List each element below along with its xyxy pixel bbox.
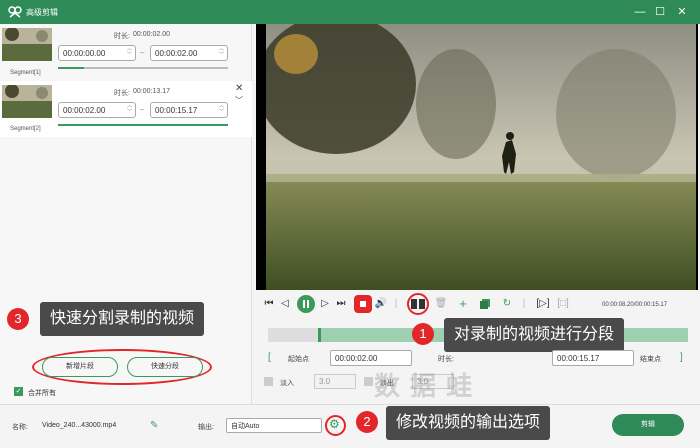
segment-progress-fill [58, 67, 84, 69]
range-dash: – [140, 48, 145, 57]
logo-icon [8, 6, 22, 18]
stop-icon[interactable] [354, 295, 372, 313]
end-bracket-icon: ] [680, 352, 683, 363]
segment-item[interactable]: Segment[1] 时长: 00:00:02.00 00:00:00.00 ︿ ﹀… [0, 24, 252, 78]
start-point-input[interactable]: 00:00:02.00 [330, 350, 412, 366]
volume-icon[interactable]: 🔊 [374, 294, 388, 314]
split-icon[interactable] [411, 299, 425, 309]
fade-in-checkbox[interactable] [264, 377, 273, 386]
play-pause-icon[interactable] [296, 294, 316, 314]
gear-icon[interactable]: ⚙ [329, 417, 340, 431]
maximize-icon[interactable]: ☐ [652, 4, 668, 20]
step-forward-icon[interactable]: ▷ [318, 294, 332, 314]
segment-label: Segment[2] [10, 126, 41, 132]
callout-number: 3 [7, 308, 29, 330]
edit-pencil-icon[interactable]: ✎ [150, 420, 158, 431]
video-frame [256, 24, 696, 290]
delete-icon[interactable]: 🗑 [434, 294, 448, 314]
output-label: 输出: [198, 424, 214, 431]
trim-duration-label: 时长: [438, 356, 454, 363]
step-back-icon[interactable]: ◁ [278, 294, 292, 314]
merge-all-checkbox[interactable]: ✓ [14, 387, 23, 396]
segment-end-input[interactable]: 00:00:02.00 ︿ ﹀ [150, 45, 228, 61]
spinner-icon[interactable]: ︿ ﹀ [219, 103, 224, 115]
fade-out-checkbox[interactable] [364, 377, 373, 386]
chevron-down-icon[interactable]: ﹀ [235, 95, 243, 106]
name-label: 名称: [12, 424, 28, 431]
output-select[interactable]: 自动Auto [226, 418, 322, 433]
spinner-icon[interactable]: ︿ ﹀ [127, 103, 132, 115]
copy-icon[interactable] [480, 299, 490, 309]
segment-item[interactable]: Segment[2] 时长: 00:00:13.17 00:00:02.00 ︿ ﹀… [0, 81, 252, 137]
segment-progress-fill [58, 124, 228, 126]
segment-duration-label: 时长: [114, 33, 130, 40]
segment-thumbnail [2, 28, 52, 61]
window-title: 高级剪辑 [26, 8, 58, 17]
segment-duration-label: 时长: [114, 90, 130, 97]
skip-end-icon[interactable]: ⏭ [334, 294, 348, 314]
reset-icon[interactable]: ↻ [500, 294, 514, 314]
mark-out-icon[interactable]: [□] [556, 294, 570, 314]
mark-in-icon[interactable]: [▷] [536, 294, 550, 314]
segment-panel: Segment[1] 时长: 00:00:02.00 00:00:00.00 ︿ ﹀… [0, 24, 252, 404]
segment-progress [58, 124, 228, 126]
callout-text: 修改视频的输出选项 [386, 406, 551, 440]
segment-start-input[interactable]: 00:00:02.00 ︿ ﹀ [58, 102, 136, 118]
end-point-input[interactable]: 00:00:15.17 [552, 350, 634, 366]
close-icon[interactable]: ✕ [235, 83, 243, 94]
minimize-icon[interactable]: — [632, 4, 648, 20]
segment-start-input[interactable]: 00:00:00.00 ︿ ﹀ [58, 45, 136, 61]
segment-duration: 00:00:02.00 [133, 31, 170, 38]
callout-text: 对录制的视频进行分段 [444, 318, 625, 352]
callout-number: 1 [412, 323, 434, 345]
time-readout: 00:00:08.20/00:00:15.17 [602, 302, 668, 308]
skip-start-icon[interactable]: ⏮ [262, 294, 276, 314]
start-bracket-icon: [ [268, 352, 271, 363]
video-preview[interactable] [256, 24, 698, 290]
segment-end-input[interactable]: 00:00:15.17 ︿ ﹀ [150, 102, 228, 118]
callout-text: 快速分割录制的视频 [40, 302, 205, 336]
segment-thumbnail [2, 85, 52, 118]
spinner-icon[interactable]: ︿ ﹀ [127, 46, 132, 58]
segment-progress [58, 67, 228, 69]
close-icon[interactable]: ✕ [674, 4, 690, 20]
spinner-icon[interactable]: ︿ ﹀ [219, 46, 224, 58]
end-point-button[interactable]: 结束点 [640, 354, 661, 364]
divider: | [522, 298, 526, 309]
fade-in-label: 淡入 [280, 380, 294, 387]
fade-in-input[interactable]: 3.0 [314, 374, 356, 389]
divider: | [394, 298, 398, 309]
range-dash: – [140, 105, 145, 114]
segment-duration: 00:00:13.17 [133, 88, 170, 95]
callout-number: 2 [356, 411, 378, 433]
new-segment-button[interactable]: 新增片段 [42, 357, 118, 377]
title-bar: 高级剪辑 — ☐ ✕ [0, 0, 700, 24]
add-icon[interactable]: + [456, 294, 470, 314]
file-name: Video_240...43000.mp4 [42, 422, 117, 429]
edit-button[interactable]: 剪辑 [612, 414, 684, 436]
segment-label: Segment[1] [10, 70, 41, 76]
quick-split-button[interactable]: 快速分段 [127, 357, 203, 377]
start-point-button[interactable]: 起始点 [288, 354, 309, 364]
merge-all-label: 合并所有 [28, 390, 56, 397]
watermark: 数据蛙 [374, 371, 483, 401]
